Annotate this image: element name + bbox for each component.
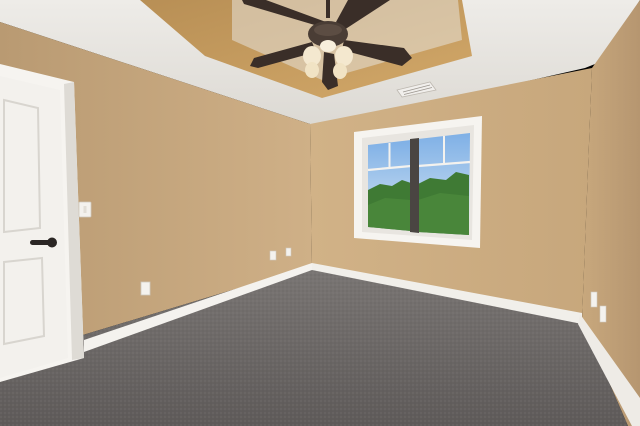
window-pane-left [367,140,412,231]
room-scene [0,0,640,426]
door[interactable] [0,76,68,378]
window [354,116,482,248]
window-mullion [410,138,419,233]
window-pane-right [417,133,471,235]
light-switch-toggle [83,206,87,213]
